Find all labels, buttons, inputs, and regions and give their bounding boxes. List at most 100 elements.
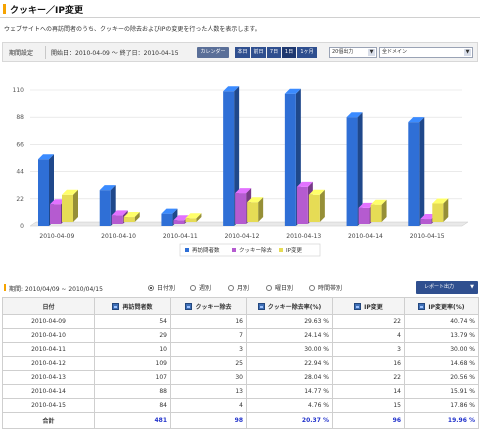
- cell-ip-change: 3: [332, 342, 405, 357]
- radio-dot-icon: [148, 285, 154, 291]
- y-tick-label: 88: [16, 114, 24, 121]
- col-header-date[interactable]: 日付: [2, 297, 95, 315]
- bar: [284, 93, 296, 226]
- chevron-down-icon: ▼: [464, 49, 471, 56]
- cell-date: 2010-04-15: [2, 398, 95, 413]
- col-header-revisits[interactable]: 再訪問者数: [94, 297, 171, 315]
- period-options-row: 期間: 2010/04/09 ~ 2010/04/15 日付別 週別 月別 曜日…: [0, 281, 480, 295]
- cell-revisits: 10: [94, 342, 171, 357]
- bar-chart-svg: 0 22 44 66 88 110 2010-04-09 2010-04-10 2010-04-…: [13, 86, 469, 257]
- per-page-select[interactable]: 20個出力 ▼: [329, 47, 377, 58]
- col-header-ip-rate[interactable]: IP変更率(%): [404, 297, 479, 315]
- bar: [420, 219, 432, 224]
- cell-ip-change: 4: [332, 328, 405, 343]
- cell-date: 2010-04-13: [2, 370, 95, 385]
- range-1day-button[interactable]: 1日: [282, 47, 296, 58]
- period-label: 期間: 2010/04/09 ~ 2010/04/15: [9, 286, 103, 293]
- cell-revisits: 88: [94, 384, 171, 399]
- cell-cookie-removed: 3: [170, 342, 247, 357]
- range-yesterday-button[interactable]: 前日: [251, 47, 266, 58]
- total-cookie-removed: 98: [170, 412, 247, 429]
- cell-ip-change: 22: [332, 314, 405, 329]
- title-divider: [0, 17, 480, 18]
- radio-hourly[interactable]: 時間帯別: [309, 283, 342, 292]
- col-header-cookie-removed[interactable]: クッキー除去: [170, 297, 247, 315]
- cell-revisits: 54: [94, 314, 171, 329]
- bar: [358, 207, 370, 224]
- radio-weekday-label: 曜日別: [275, 285, 294, 292]
- period-marker: [4, 284, 6, 291]
- table-total-row: 合計 481 98 20.37 % 96 19.96 %: [2, 412, 479, 429]
- bar: [296, 186, 308, 224]
- x-tick-label: 2010-04-09: [39, 233, 74, 240]
- range-today-button[interactable]: 本日: [235, 47, 250, 58]
- bar: [99, 190, 111, 226]
- table-row: 2010-04-12 109 25 22.94 % 16 14.68 %: [2, 356, 479, 371]
- x-tick-label: 2010-04-12: [225, 233, 260, 240]
- radio-daily[interactable]: 日付別: [148, 283, 175, 292]
- col-header-revisits-label: 再訪問者数: [122, 303, 153, 311]
- bar: [235, 193, 247, 224]
- report-export-button[interactable]: レポート出力 ▼: [416, 281, 478, 294]
- cell-date: 2010-04-10: [2, 328, 95, 343]
- cell-ip-rate: 17.86 %: [404, 398, 479, 413]
- table-row: 2010-04-10 29 7 24.14 % 4 13.79 %: [2, 328, 479, 343]
- sort-chart-icon: [418, 302, 426, 310]
- legend-swatch: [232, 248, 236, 252]
- cell-cookie-removed: 13: [170, 384, 247, 399]
- calendar-button[interactable]: カレンダー: [197, 47, 229, 58]
- radio-monthly[interactable]: 月別: [228, 283, 249, 292]
- title-bar: クッキー／IP変更: [0, 0, 480, 18]
- range-7days-button[interactable]: 7日: [267, 47, 281, 58]
- legend-swatch: [185, 248, 189, 252]
- col-header-date-label: 日付: [42, 303, 55, 311]
- cell-revisits: 84: [94, 398, 171, 413]
- radio-weekday[interactable]: 曜日別: [266, 283, 293, 292]
- domain-select[interactable]: 全ドメイン ▼: [379, 47, 473, 58]
- cell-cookie-rate: 22.94 %: [246, 356, 333, 371]
- y-tick-label: 110: [13, 87, 25, 94]
- cell-ip-rate: 13.79 %: [404, 328, 479, 343]
- data-table: 日付 再訪問者数 クッキー除去 クッキー除去率(%) IP変更 IP変更率(%)…: [2, 297, 479, 429]
- chevron-down-icon: ▼: [368, 49, 375, 56]
- cell-cookie-removed: 25: [170, 356, 247, 371]
- cell-date: 2010-04-09: [2, 314, 95, 329]
- col-header-cookie-removed-label: クッキー除去: [195, 303, 232, 311]
- cell-cookie-removed: 16: [170, 314, 247, 329]
- total-revisits: 481: [94, 412, 171, 429]
- report-export-label: レポート出力: [424, 284, 455, 290]
- chart-floor: [29, 221, 469, 227]
- table-row: 2010-04-15 84 4 4.76 % 15 17.86 %: [2, 398, 479, 413]
- radio-dot-icon: [266, 285, 272, 291]
- range-1month-button[interactable]: 1ヶ月: [297, 47, 317, 58]
- page-description: ウェブサイトへの再訪問者のうち、クッキーの除去およびIPの変更を行った人数を表示…: [4, 26, 261, 33]
- cell-ip-change: 22: [332, 370, 405, 385]
- cell-cookie-rate: 29.63 %: [246, 314, 333, 329]
- bar: [173, 220, 185, 224]
- sort-chart-icon: [257, 302, 265, 310]
- col-header-cookie-rate[interactable]: クッキー除去率(%): [246, 297, 333, 315]
- cell-cookie-rate: 24.14 %: [246, 328, 333, 343]
- filter-label: 期間設定: [9, 50, 34, 57]
- period-range-text: 開始日：2010-04-09 ～ 終了日：2010-04-15: [51, 50, 179, 57]
- cell-ip-rate: 15.91 %: [404, 384, 479, 399]
- cell-revisits: 107: [94, 370, 171, 385]
- per-page-value: 20個出力: [332, 49, 354, 55]
- bar-side: [319, 189, 325, 222]
- cell-ip-change: 16: [332, 356, 405, 371]
- y-tick-label: 44: [16, 169, 24, 176]
- x-tick-label: 2010-04-10: [101, 233, 136, 240]
- radio-hourly-label: 時間帯別: [318, 285, 343, 292]
- col-header-ip-rate-label: IP変更率(%): [428, 303, 465, 311]
- col-header-ip-change[interactable]: IP変更: [332, 297, 405, 315]
- title-marker: [3, 4, 6, 14]
- cell-ip-change: 14: [332, 384, 405, 399]
- radio-dot-icon: [228, 285, 234, 291]
- col-header-ip-change-label: IP変更: [364, 303, 383, 311]
- x-tick-label: 2010-04-13: [286, 233, 321, 240]
- cell-ip-rate: 40.74 %: [404, 314, 479, 329]
- y-tick-label: 22: [16, 196, 24, 203]
- radio-weekly[interactable]: 週別: [190, 283, 211, 292]
- cell-cookie-rate: 4.76 %: [246, 398, 333, 413]
- filter-bar: 期間設定 開始日：2010-04-09 ～ 終了日：2010-04-15 カレン…: [2, 42, 478, 62]
